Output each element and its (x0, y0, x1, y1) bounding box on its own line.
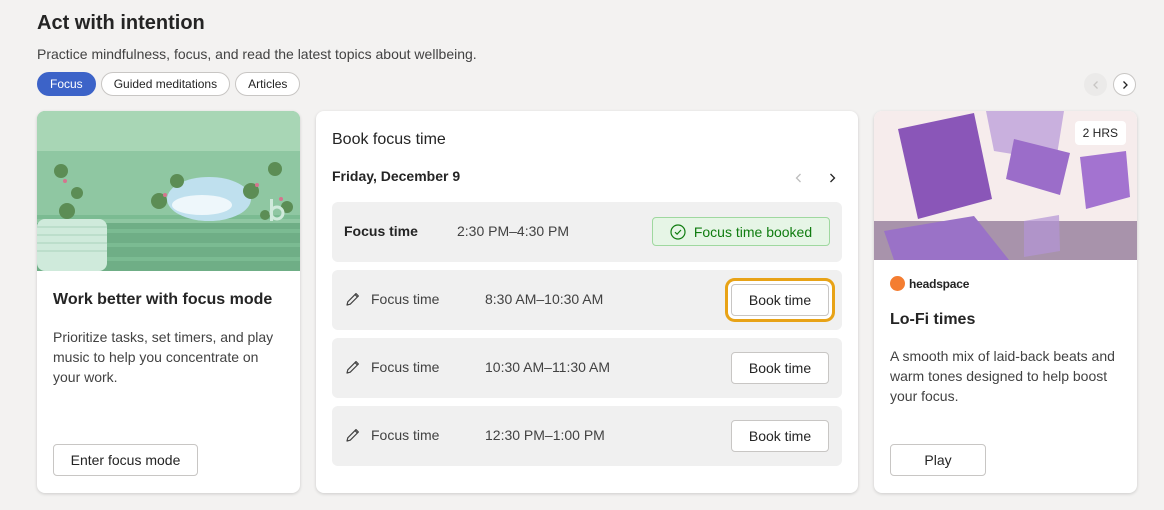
book-focus-title: Book focus time (332, 131, 446, 148)
slot-time: 8:30 AM–10:30 AM (485, 291, 604, 307)
slot-label: Focus time (371, 427, 440, 443)
page-subtitle: Practice mindfulness, focus, and read th… (37, 46, 477, 62)
slot-label: Focus time (371, 359, 440, 375)
tab-focus[interactable]: Focus (37, 72, 96, 96)
headspace-logo: headspace (890, 276, 969, 291)
brand-name: headspace (909, 276, 970, 291)
carousel-nav (1084, 73, 1136, 96)
focus-slot: Focus time 8:30 AM–10:30 AM Book time (332, 270, 842, 330)
carousel-next-button[interactable] (1113, 73, 1136, 96)
slot-label: Focus time (371, 291, 440, 307)
pencil-icon (346, 293, 359, 306)
book-time-button[interactable]: Book time (731, 352, 829, 384)
booked-status-badge: Focus time booked (652, 217, 830, 246)
carousel-prev-button[interactable] (1084, 73, 1107, 96)
chevron-left-icon (1092, 80, 1098, 89)
enter-focus-mode-button[interactable]: Enter focus mode (53, 444, 198, 476)
booked-status-text: Focus time booked (693, 223, 813, 240)
page-title: Act with intention (37, 12, 205, 34)
focus-slot: Focus time 10:30 AM–11:30 AM Book time (332, 338, 842, 398)
next-day-button[interactable] (822, 168, 842, 188)
book-time-button[interactable]: Book time (731, 420, 829, 452)
lofi-music-card: 2 HRS headspace Lo-Fi times A smooth mix… (874, 111, 1137, 493)
tab-guided-meditations[interactable]: Guided meditations (100, 72, 231, 96)
pencil-icon (346, 361, 359, 374)
booking-date: Friday, December 9 (332, 168, 461, 184)
previous-day-button[interactable] (789, 168, 809, 188)
pencil-icon (346, 429, 359, 442)
check-circle-icon (670, 223, 686, 240)
chevron-left-icon (795, 173, 801, 183)
focus-card-description: Prioritize tasks, set timers, and play m… (53, 329, 274, 385)
lofi-card-title: Lo-Fi times (890, 311, 976, 328)
focus-slot-booked: Focus time 2:30 PM–4:30 PM Focus time bo… (332, 202, 842, 262)
book-time-button[interactable]: Book time (731, 284, 829, 316)
lofi-card-description: A smooth mix of laid-back beats and warm… (890, 348, 1115, 404)
play-button[interactable]: Play (890, 444, 986, 476)
slot-time: 2:30 PM–4:30 PM (457, 223, 570, 239)
chevron-right-icon (830, 173, 836, 183)
tab-articles[interactable]: Articles (235, 72, 301, 96)
focus-mode-card: Work better with focus mode Prioritize t… (37, 111, 300, 493)
slot-time: 12:30 PM–1:00 PM (485, 427, 605, 443)
focus-slot: Focus time 12:30 PM–1:00 PM Book time (332, 406, 842, 466)
category-tabs: Focus Guided meditations Articles (37, 72, 301, 96)
focus-card-title: Work better with focus mode (53, 291, 273, 308)
duration-badge: 2 HRS (1074, 121, 1126, 145)
headspace-logo-icon (890, 276, 905, 291)
slot-label: Focus time (344, 223, 418, 239)
focus-mode-hero-image (37, 111, 300, 271)
book-focus-time-card: Book focus time Friday, December 9 Focus… (316, 111, 858, 493)
slot-time: 10:30 AM–11:30 AM (485, 359, 611, 375)
chevron-right-icon (1122, 80, 1128, 89)
